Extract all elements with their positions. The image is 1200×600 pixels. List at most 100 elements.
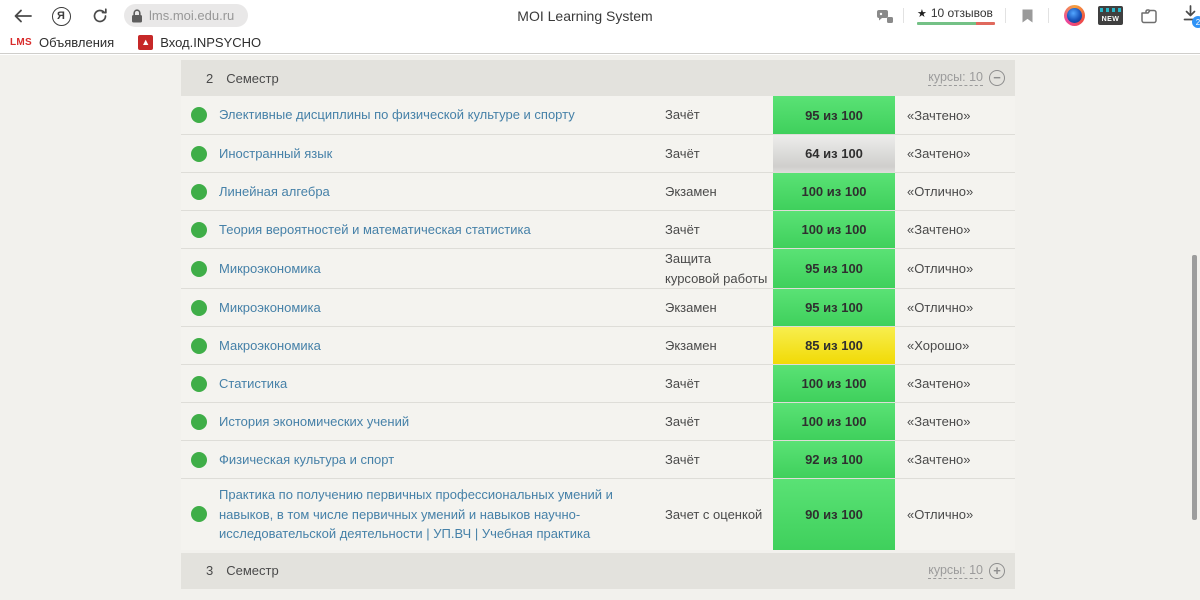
score-cell: 100 из 100 [773,403,895,440]
address-bar[interactable]: lms.moi.edu.ru [124,4,248,27]
status-dot-icon [191,506,207,523]
course-status-cell [181,107,219,123]
course-row: Микроэкономика Экзамен 95 из 100 «Отличн… [181,288,1015,326]
course-title-link[interactable]: Иностранный язык [219,138,665,170]
course-title-link[interactable]: Макроэкономика [219,330,665,362]
bookmark-flag-icon [1021,8,1034,24]
grade-text: «Хорошо» [907,338,970,353]
bookmarks-bar: LMS Объявления ▲ Вход.INPSYCHO [0,31,1200,54]
downloads-badge: 2 [1192,16,1200,28]
grade-text: «Отлично» [907,300,974,315]
tag-icon [1140,8,1159,25]
new-label: NEW [1101,16,1120,23]
toolbar-divider [1048,8,1049,23]
grade-text: «Зачтено» [907,146,971,161]
page-title: MOI Learning System [517,8,653,24]
course-status-cell [181,413,219,430]
bookmark-item-announcements[interactable]: LMS Объявления [10,35,114,50]
password-manager-button[interactable] [874,5,896,27]
grade-text: «Зачтено» [907,376,971,391]
lock-icon [131,8,143,23]
score-cell: 64 из 100 [773,135,895,172]
score-cell: 100 из 100 [773,211,895,248]
reviews-label: 10 отзывов [930,6,993,20]
extension-tag-button[interactable] [1138,5,1160,27]
course-status-cell [181,221,219,238]
course-status-cell [181,145,219,162]
pyramid-favicon: ▲ [138,34,154,50]
score-cell: 95 из 100 [773,96,895,134]
assessment-type: Зачёт [665,145,700,161]
assessment-type: Зачет с оценкой [665,506,763,522]
grade-text: «Зачтено» [907,414,971,429]
expand-section-icon[interactable]: + [989,562,1005,579]
semester-title: Семестр [226,563,279,578]
star-icon: ★ [917,7,927,20]
course-status-cell [181,260,219,277]
assessment-type: Экзамен [665,337,717,353]
course-title-link[interactable]: Теория вероятностей и математическая ста… [219,214,665,246]
course-title-link[interactable]: Линейная алгебра [219,176,665,208]
assessment-type: Экзамен [665,299,717,315]
bookmark-item-inpsycho[interactable]: ▲ Вход.INPSYCHO [124,34,262,50]
course-row: Теория вероятностей и математическая ста… [181,210,1015,248]
semester-title: Семестр [226,70,279,86]
assessment-type: Экзамен [665,183,717,199]
courses-count-link[interactable]: курсы: 10 [928,563,983,579]
scrollbar-thumb[interactable] [1192,255,1197,520]
course-row: Макроэкономика Экзамен 85 из 100 «Хорошо… [181,326,1015,364]
course-title-link[interactable]: Микроэкономика [219,292,665,324]
bookmark-label: Объявления [39,34,115,50]
site-reviews-widget[interactable]: ★ 10 отзывов [917,6,995,25]
grade-text: «Отлично» [907,506,974,522]
extension-browser-icon[interactable] [1064,5,1085,26]
course-row: Элективные дисциплины по физической куль… [181,96,1015,134]
status-dot-icon [191,451,207,468]
score-cell: 100 из 100 [773,173,895,210]
rating-bar [917,22,995,25]
toolbar-divider [903,8,904,23]
browser-toolbar: Я lms.moi.edu.ru MOI Learning System ★ 1… [0,0,1200,31]
score-cell: 90 из 100 [773,479,895,550]
lms-page: 2 Семестр курсы: 10 − Элективные дисципл… [0,55,1200,600]
yandex-icon: Я [51,6,71,26]
semester-number: 2 [206,70,214,86]
key-icon [876,9,894,24]
grades-panel: 2 Семестр курсы: 10 − Элективные дисципл… [181,60,1015,589]
status-dot-icon [191,107,207,123]
bookmark-label: Вход.INPSYCHO [160,34,262,50]
downloads-button[interactable]: 2 [1183,5,1200,29]
course-row: Линейная алгебра Экзамен 100 из 100 «Отл… [181,172,1015,210]
course-status-cell [181,337,219,354]
url-text: lms.moi.edu.ru [149,8,235,23]
score-cell: 95 из 100 [773,249,895,288]
course-status-cell [181,183,219,200]
back-button[interactable] [12,5,34,27]
course-row: Микроэкономика Защита курсовой работы 95… [181,248,1015,288]
assessment-type: Зачёт [665,107,700,123]
course-row: Практика по получению первичных професси… [181,478,1015,550]
grade-text: «Зачтено» [907,452,971,467]
extension-new-movies-icon[interactable]: NEW [1098,6,1123,25]
collapse-section-icon[interactable]: − [989,70,1005,86]
yandex-home-button[interactable]: Я [50,5,72,27]
course-title-link[interactable]: Практика по получению первичных професси… [219,479,665,550]
course-title-link[interactable]: История экономических учений [219,406,665,438]
toolbar-divider [1005,8,1006,23]
score-cell: 85 из 100 [773,327,895,364]
course-title-link[interactable]: Статистика [219,368,665,400]
assessment-type: Защита курсовой работы [665,251,768,286]
score-cell: 92 из 100 [773,441,895,478]
bookmark-button[interactable] [1016,5,1038,27]
assessment-type: Зачёт [665,221,700,237]
semester-header-2: 2 Семестр курсы: 10 − [181,60,1015,96]
grade-text: «Отлично» [907,261,974,276]
course-title-link[interactable]: Физическая культура и спорт [219,444,665,476]
courses-count-link[interactable]: курсы: 10 [928,70,983,86]
course-title-link[interactable]: Элективные дисциплины по физической куль… [219,99,665,131]
status-dot-icon [191,337,207,354]
course-title-link[interactable]: Микроэкономика [219,253,665,285]
lms-favicon: LMS [10,36,33,48]
refresh-button[interactable] [89,5,111,27]
course-status-cell [181,451,219,468]
